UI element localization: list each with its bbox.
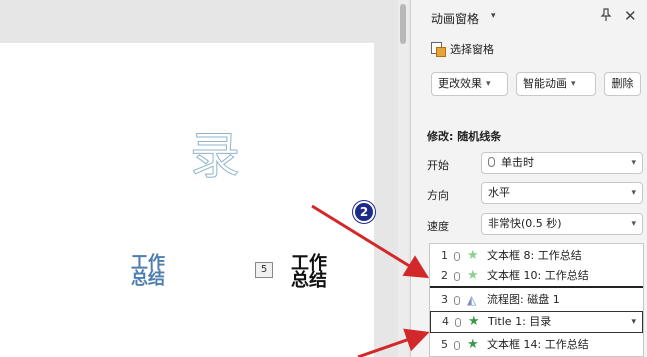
annotation-arrow (357, 328, 430, 357)
step-badge: 2 (353, 201, 375, 223)
annotation-arrows (311, 204, 430, 357)
